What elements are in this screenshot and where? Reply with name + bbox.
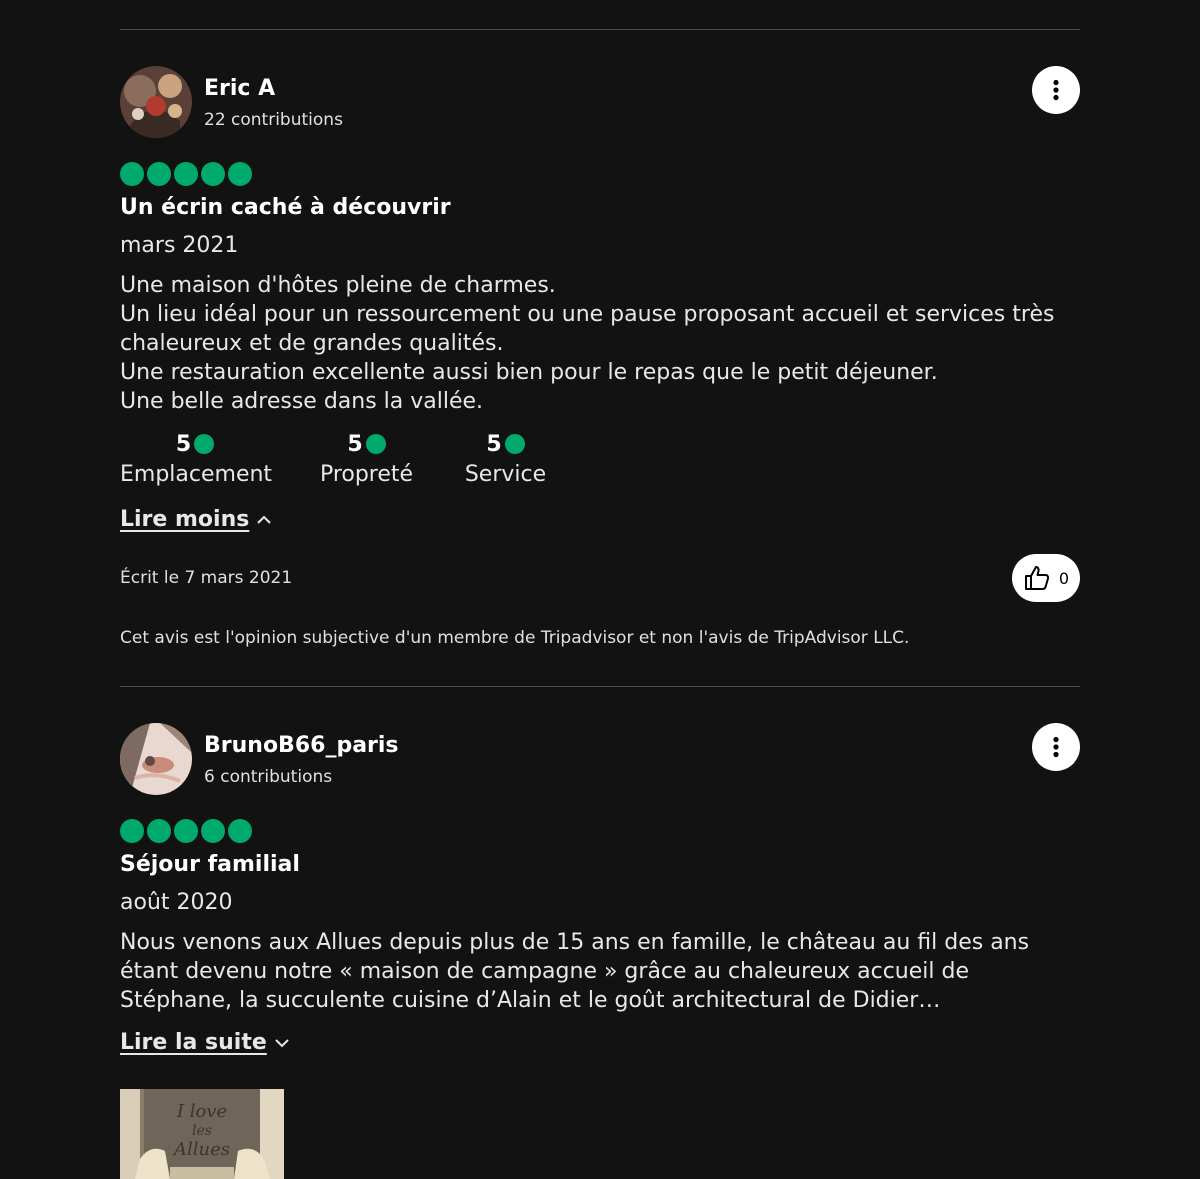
chevron-down-icon [275, 1038, 289, 1047]
photo-caption: les [192, 1123, 212, 1139]
review-photo[interactable]: I love les Allues [120, 1089, 284, 1179]
three-dots-vertical-icon [1053, 736, 1059, 758]
review-title[interactable]: Séjour familial [120, 852, 300, 877]
bubble-rating [120, 819, 252, 843]
rating-bubble [174, 819, 198, 843]
rating-bubble [147, 819, 171, 843]
photo-caption: Allues [172, 1139, 230, 1160]
read-more-label: Lire la suite [120, 1030, 267, 1055]
review-text: Nous venons aux Allues depuis plus de 15… [120, 930, 1030, 1013]
rating-bubble [201, 819, 225, 843]
rating-bubble [120, 819, 144, 843]
review-card: BrunoB66_paris 6 contributions Séjour fa… [120, 0, 1080, 1179]
reviewer-contributions: 6 contributions [204, 767, 333, 787]
read-more-link[interactable]: Lire la suite [120, 1030, 291, 1055]
reviewer-name[interactable]: BrunoB66_paris [204, 733, 399, 758]
photo-caption: I love [176, 1101, 227, 1122]
trip-date: août 2020 [120, 890, 233, 915]
more-options-button[interactable] [1032, 723, 1080, 771]
avatar[interactable] [120, 723, 192, 795]
rating-bubble [228, 819, 252, 843]
